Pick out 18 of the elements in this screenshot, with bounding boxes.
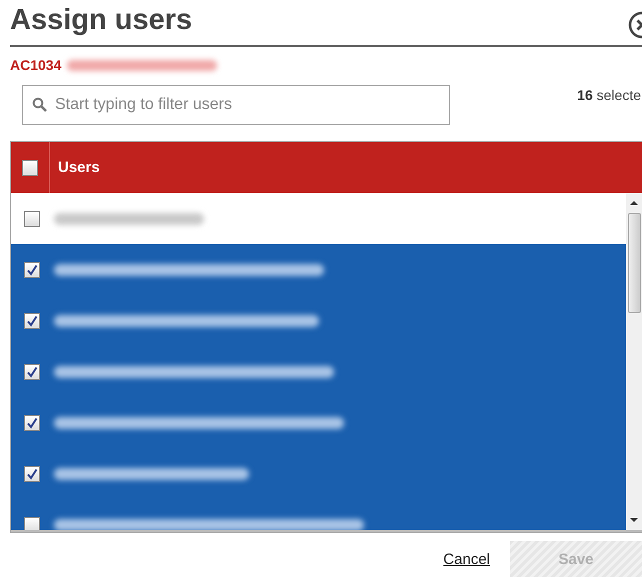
checkbox[interactable] [24, 414, 40, 430]
selection-count: 16 selecte [577, 87, 641, 103]
checkbox[interactable] [24, 364, 40, 380]
column-header[interactable]: Users [58, 159, 100, 176]
dialog-title: Assign users [10, 4, 192, 38]
scroll-up-icon[interactable] [630, 201, 638, 205]
cancel-link[interactable]: Cancel [443, 551, 490, 568]
checkbox[interactable] [24, 466, 40, 482]
checkbox[interactable] [24, 262, 40, 278]
checkbox[interactable] [24, 516, 40, 530]
scrollbar[interactable] [626, 193, 642, 530]
scroll-thumb[interactable] [628, 213, 640, 313]
checkbox[interactable] [24, 210, 40, 226]
select-all-checkbox[interactable] [22, 160, 38, 176]
checkbox[interactable] [24, 312, 40, 328]
record-code: AC1034 [10, 57, 62, 73]
scroll-down-icon[interactable] [630, 518, 638, 522]
search-field[interactable]: Start typing to filter users [22, 85, 450, 125]
